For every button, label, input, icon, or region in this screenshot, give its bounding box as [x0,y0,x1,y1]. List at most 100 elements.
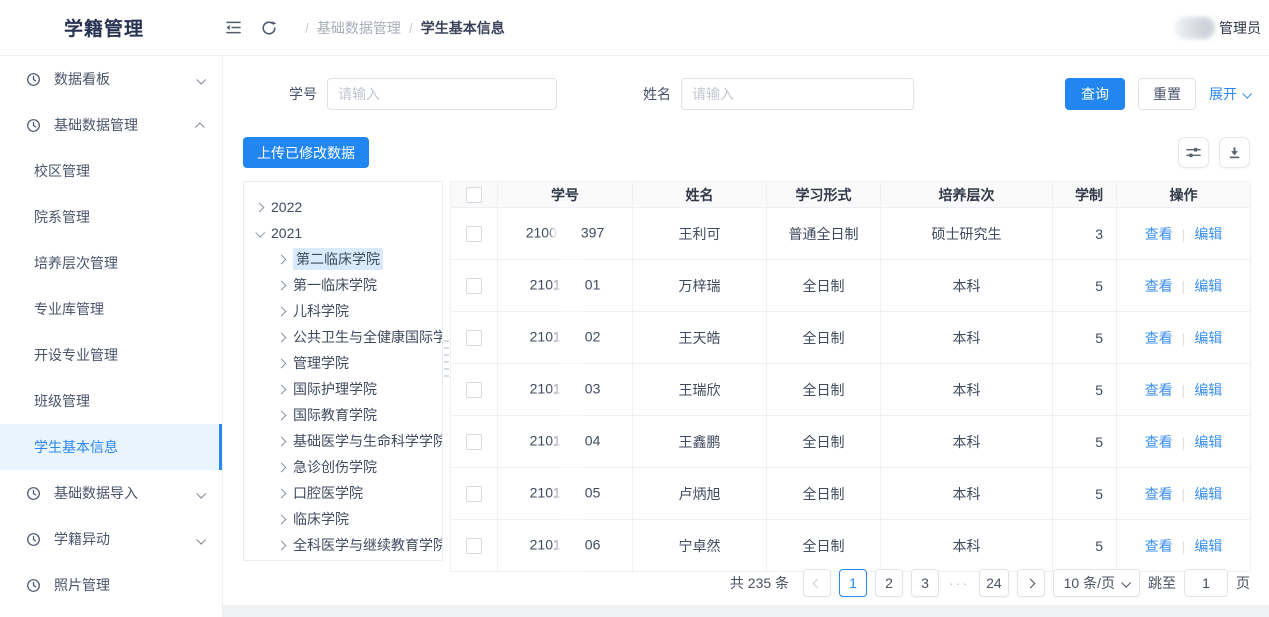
caret-right-icon[interactable] [277,436,287,446]
tree-node-college[interactable]: 临床学院 [256,506,436,532]
caret-right-icon[interactable] [277,306,287,316]
menu-fold-icon[interactable] [223,18,243,38]
column-settings-icon[interactable] [1178,137,1209,168]
row-checkbox[interactable] [466,434,482,450]
upload-modified-data-button[interactable]: 上传已修改数据 [243,137,369,168]
view-link[interactable]: 查看 [1145,434,1173,450]
page-button-2[interactable]: 2 [875,569,903,597]
study-form: 全日制 [767,468,881,520]
tree-node-college[interactable]: 儿科学院 [256,298,436,324]
edit-link[interactable]: 编辑 [1194,382,1222,398]
row-checkbox[interactable] [466,330,482,346]
user-name[interactable]: 管理员 [1219,18,1261,38]
view-link[interactable]: 查看 [1145,382,1173,398]
edit-link[interactable]: 编辑 [1194,330,1222,346]
student-id-input[interactable] [327,78,557,110]
avatar[interactable] [1175,17,1215,39]
sidebar-item-level[interactable]: 培养层次管理 [0,240,222,286]
student-name: 万梓瑞 [633,260,767,312]
tree-node-label: 基础医学与生命科学学院 [293,431,443,451]
tree-node-college[interactable]: 公共卫生与全健康国际学院 [256,324,436,350]
caret-right-icon[interactable] [255,202,265,212]
row-checkbox[interactable] [466,382,482,398]
caret-right-icon[interactable] [277,488,287,498]
download-icon[interactable] [1219,137,1250,168]
name-input[interactable] [681,78,914,110]
caret-right-icon[interactable] [277,514,287,524]
total-count: 共 235 条 [730,573,789,593]
sidebar-item-campus[interactable]: 校区管理 [0,148,222,194]
row-checkbox[interactable] [466,538,482,554]
view-link[interactable]: 查看 [1145,330,1173,346]
caret-right-icon[interactable] [277,254,287,264]
tree-node-year[interactable]: 2021 [256,220,436,246]
redacted-id-segment [562,373,584,407]
expand-toggle[interactable]: 展开 [1209,84,1250,104]
top-header: 学籍管理 / 基础数据管理 / 学生基本信息 管理员 [0,0,1269,56]
sidebar-item-student-info[interactable]: 学生基本信息 [0,424,222,470]
caret-down-icon[interactable] [255,227,265,237]
jump-page-input[interactable] [1184,569,1228,597]
study-form: 全日制 [767,260,881,312]
sidebar-item-major-offered[interactable]: 开设专业管理 [0,332,222,378]
edit-link[interactable]: 编辑 [1194,538,1222,554]
sidebar-item-class[interactable]: 班级管理 [0,378,222,424]
schooling-years: 5 [1053,468,1117,520]
page-size-select[interactable]: 10 条/页 [1053,569,1140,597]
caret-right-icon[interactable] [277,540,287,550]
row-checkbox[interactable] [466,278,482,294]
app-title: 学籍管理 [0,14,223,41]
edit-link[interactable]: 编辑 [1194,486,1222,502]
view-link[interactable]: 查看 [1145,538,1173,554]
edit-link[interactable]: 编辑 [1194,278,1222,294]
row-checkbox[interactable] [466,226,482,242]
query-button[interactable]: 查询 [1065,78,1125,110]
tree-node-year[interactable]: 2022 [256,194,436,220]
refresh-icon[interactable] [259,18,279,38]
tree-node-college[interactable]: 国际教育学院 [256,402,436,428]
select-all-checkbox[interactable] [466,187,482,203]
caret-right-icon[interactable] [277,384,287,394]
edit-link[interactable]: 编辑 [1194,434,1222,450]
tree-node-college[interactable]: 口腔医学院 [256,480,436,506]
sidebar-item-dashboard[interactable]: 数据看板 [0,56,222,102]
tree-node-college[interactable]: 国际护理学院 [256,376,436,402]
tree-node-college[interactable]: 第一临床学院 [256,272,436,298]
row-checkbox[interactable] [466,486,482,502]
caret-right-icon[interactable] [277,280,287,290]
sidebar-item-base-data[interactable]: 基础数据管理 [0,102,222,148]
tree-node-label: 第二临床学院 [293,248,383,270]
view-link[interactable]: 查看 [1145,278,1173,294]
page-button-last[interactable]: 24 [979,569,1009,597]
caret-right-icon[interactable] [277,358,287,368]
reset-button[interactable]: 重置 [1138,78,1196,110]
caret-right-icon[interactable] [277,332,287,342]
tree-node-college[interactable]: 急诊创伤学院 [256,454,436,480]
view-link[interactable]: 查看 [1145,226,1173,242]
student-id: 03 [585,380,601,396]
caret-right-icon[interactable] [277,410,287,420]
tree-node-college[interactable]: 管理学院 [256,350,436,376]
edit-link[interactable]: 编辑 [1194,226,1222,242]
panel-resize-grip[interactable] [443,181,450,561]
tree-node-college[interactable]: 全科医学与继续教育学院 [256,532,436,558]
page-button-3[interactable]: 3 [911,569,939,597]
page-button-1[interactable]: 1 [839,569,867,597]
sidebar-item-import[interactable]: 基础数据导入 [0,470,222,516]
col-header-years: 学制 [1053,182,1117,208]
sidebar-item-faculty[interactable]: 院系管理 [0,194,222,240]
clock-icon [26,118,41,133]
sidebar-item-status-change[interactable]: 学籍异动 [0,516,222,562]
search-form: 学号 姓名 查询 重置 展开 [223,78,1269,110]
tree-node-college[interactable]: 第二临床学院 [256,246,436,272]
sidebar-item-photo[interactable]: 照片管理 [0,562,222,608]
tree-node-college[interactable]: 基础医学与生命科学学院 [256,428,436,454]
tree-node-label: 儿科学院 [293,301,349,321]
caret-right-icon[interactable] [277,462,287,472]
next-page-button[interactable] [1017,569,1045,597]
tree-node-college[interactable]: 热带医学院 [256,558,436,561]
view-link[interactable]: 查看 [1145,486,1173,502]
sidebar-item-major-library[interactable]: 专业库管理 [0,286,222,332]
prev-page-button[interactable] [803,569,831,597]
breadcrumb-section[interactable]: 基础数据管理 [317,18,401,38]
